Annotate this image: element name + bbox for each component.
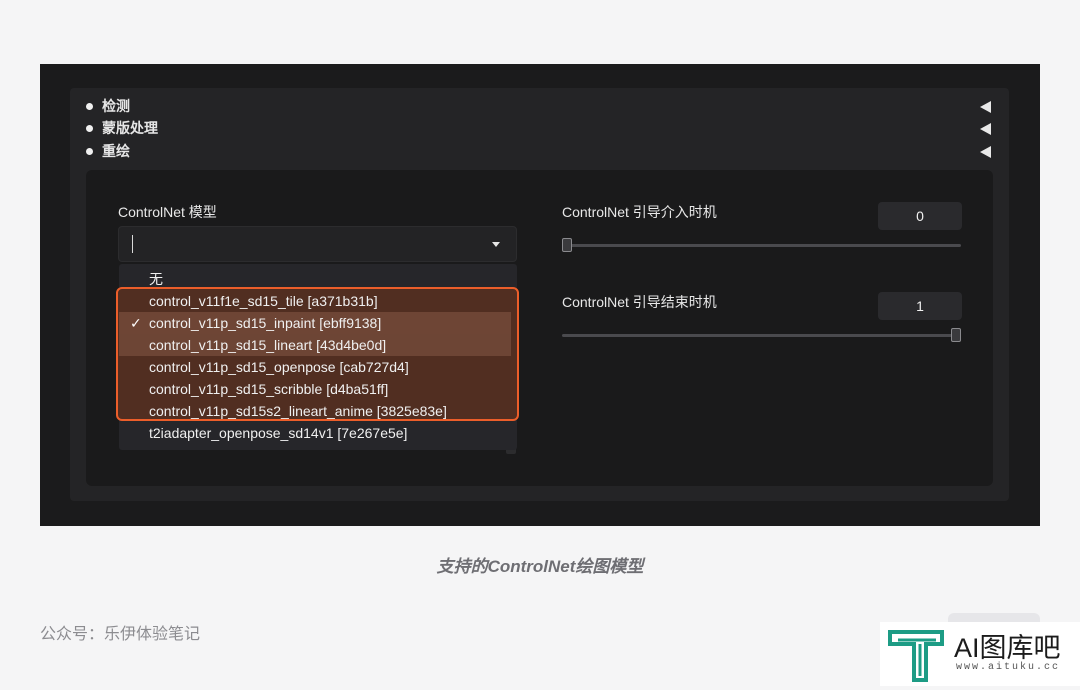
bullet-icon <box>86 102 93 110</box>
watermark-logo: AI图库吧 www.aituku.cc <box>880 622 1080 686</box>
model-label: ControlNet 模型 <box>118 204 217 220</box>
collapse-arrow-icon[interactable] <box>980 123 991 135</box>
watermark-url: www.aituku.cc <box>956 662 1061 673</box>
guidance-end-track[interactable] <box>562 334 961 337</box>
guidance-start-track[interactable] <box>562 244 961 247</box>
guidance-end-label: ControlNet 引导结束时机 <box>562 294 717 310</box>
bullet-icon <box>86 147 93 155</box>
check-icon: ✓ <box>130 315 142 331</box>
bullet-icon <box>86 124 93 132</box>
chevron-down-icon[interactable] <box>492 242 500 247</box>
model-dropdown: 无 control_v11f1e_sd15_tile [a371b31b] ✓ c… <box>116 264 519 450</box>
model-select[interactable] <box>118 226 517 262</box>
dropdown-option-hovered[interactable]: control_v11p_sd15_lineart [43d4be0d] <box>119 334 511 356</box>
dropdown-option[interactable]: 无 <box>119 268 511 290</box>
collapse-arrow-icon[interactable] <box>980 146 991 158</box>
accordion-label: 检测 <box>102 98 130 114</box>
guidance-start-slider-thumb[interactable] <box>562 238 572 252</box>
dropdown-option-selected[interactable]: ✓ control_v11p_sd15_inpaint [ebff9138] <box>119 312 511 334</box>
accordion-detect[interactable]: 检测 <box>86 96 991 116</box>
dropdown-option[interactable]: control_v11f1e_sd15_tile [a371b31b] <box>119 290 511 312</box>
dropdown-option[interactable]: control_v11p_sd15_openpose [cab727d4] <box>119 356 511 378</box>
guidance-start-input[interactable]: 0 <box>878 202 962 230</box>
accordion-redraw[interactable]: 重绘 <box>86 141 991 161</box>
accordion-label: 重绘 <box>102 143 130 159</box>
tu-logo-icon <box>888 630 944 682</box>
text-cursor <box>132 235 133 253</box>
accordion-label: 蒙版处理 <box>102 120 158 136</box>
collapse-arrow-icon[interactable] <box>980 101 991 113</box>
controlnet-section: ControlNet 模型 无 control_v11f1e_sd15_tile… <box>86 170 993 486</box>
dropdown-option[interactable]: t2iadapter_openpose_sd14v1 [7e267e5e] <box>119 422 511 444</box>
guidance-start-label: ControlNet 引导介入时机 <box>562 204 717 220</box>
watermark-title: AI图库吧 <box>954 633 1061 663</box>
guidance-end-slider-thumb[interactable] <box>951 328 961 342</box>
screenshot-frame: 检测 蒙版处理 重绘 ControlNet 模型 无 control_v11f1… <box>40 64 1040 526</box>
settings-panel: 检测 蒙版处理 重绘 ControlNet 模型 无 control_v11f1… <box>70 88 1009 501</box>
guidance-end-input[interactable]: 1 <box>878 292 962 320</box>
dropdown-option[interactable]: control_v11p_sd15_scribble [d4ba51ff] <box>119 378 511 400</box>
footer-account: 公众号：乐伊体验笔记 <box>40 626 201 643</box>
figure-caption: 支持的ControlNet绘图模型 <box>436 557 644 576</box>
accordion-mask[interactable]: 蒙版处理 <box>86 118 991 138</box>
dropdown-option[interactable]: control_v11p_sd15s2_lineart_anime [3825e… <box>119 400 511 422</box>
